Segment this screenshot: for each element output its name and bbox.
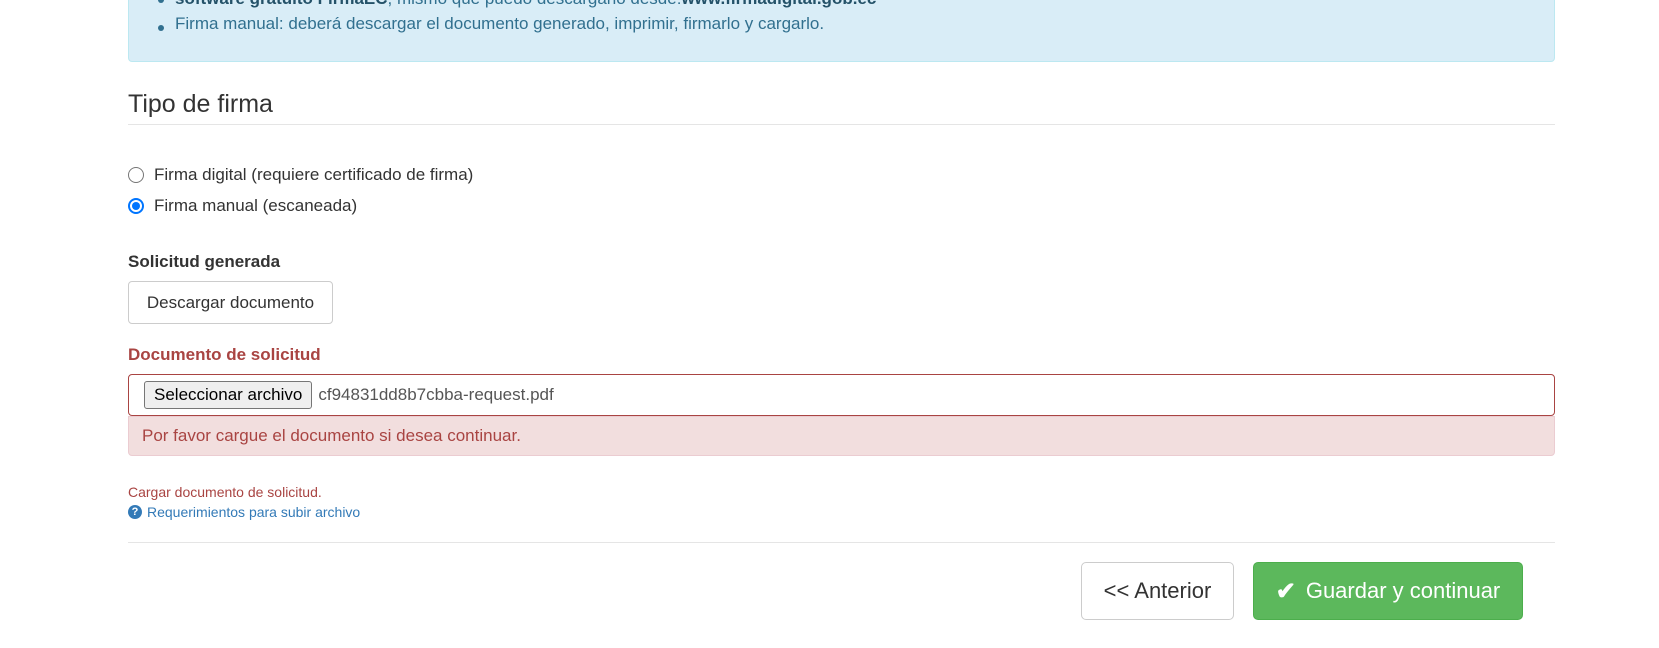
section-title: Tipo de firma: [128, 90, 273, 118]
question-circle-icon: ?: [128, 505, 142, 519]
requirements-link[interactable]: ? Requerimientos para subir archivo: [128, 504, 360, 520]
previous-button[interactable]: << Anterior: [1081, 562, 1234, 620]
radio-button-unchecked[interactable]: [128, 167, 144, 183]
file-upload-input[interactable]: Seleccionar archivo cf94831dd8b7cbba-req…: [128, 374, 1555, 416]
bullet-icon: [158, 25, 164, 31]
radio-option-firma-digital[interactable]: Firma digital (requiere certificado de f…: [128, 165, 473, 185]
request-document-label: Documento de solicitud: [128, 345, 321, 364]
info-text-mid: , mismo que puedo descargarlo desde:: [388, 0, 682, 8]
selected-file-name: cf94831dd8b7cbba-request.pdf: [318, 385, 554, 404]
info-bold-prefix: software gratuito: [175, 0, 318, 8]
info-alert: software gratuito FirmaEC, mismo que pue…: [128, 0, 1555, 62]
generated-request-label: Solicitud generada: [128, 252, 281, 271]
radio-button-checked[interactable]: [128, 198, 144, 214]
upload-error-message: Por favor cargue el documento si desea c…: [128, 416, 1555, 456]
select-file-button[interactable]: Seleccionar archivo: [144, 381, 313, 409]
upload-help-text: Cargar documento de solicitud.: [128, 484, 322, 500]
bullet-icon: [158, 0, 164, 3]
section-divider: [128, 124, 1555, 125]
info-line-manual: Firma manual: deberá descargar el docume…: [175, 14, 825, 33]
check-icon: ✔: [1275, 577, 1296, 605]
radio-label: Firma digital (requiere certificado de f…: [154, 165, 474, 184]
info-bold-firmaec: FirmaEC: [318, 0, 388, 8]
download-document-button[interactable]: Descargar documento: [128, 281, 333, 324]
info-line-digital: software gratuito FirmaEC, mismo que pue…: [175, 0, 876, 9]
save-continue-label: Guardar y continuar: [1305, 578, 1501, 603]
save-continue-button[interactable]: ✔ Guardar y continuar: [1253, 562, 1523, 620]
info-link-firmadigital: www.firmadigital.gob.ec: [681, 0, 876, 8]
footer-divider: [128, 542, 1555, 543]
requirements-link-label: Requerimientos para subir archivo: [147, 504, 361, 520]
radio-label: Firma manual (escaneada): [154, 196, 358, 215]
radio-option-firma-manual[interactable]: Firma manual (escaneada): [128, 196, 357, 216]
